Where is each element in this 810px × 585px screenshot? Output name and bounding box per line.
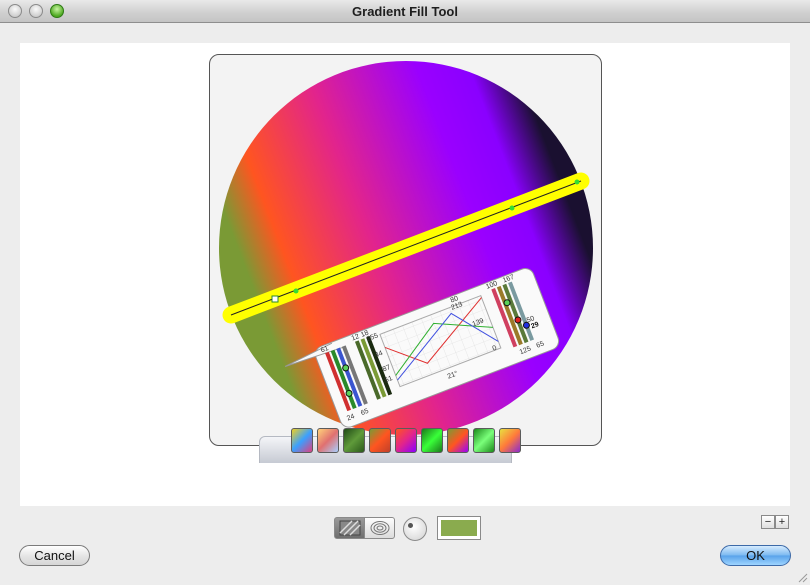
zoom-in-button[interactable]: + [775, 515, 789, 529]
zoom-out-button[interactable]: − [761, 515, 775, 529]
title-bar: Gradient Fill Tool [0, 0, 810, 23]
gradient-preset-swatch[interactable] [447, 428, 469, 453]
window-title: Gradient Fill Tool [352, 4, 458, 19]
linear-gradient-icon [339, 520, 361, 536]
gradient-preset-swatch[interactable] [473, 428, 495, 453]
ok-button[interactable]: OK [720, 545, 791, 566]
color-stop-marker[interactable] [293, 288, 299, 294]
gradient-preset-swatch[interactable] [317, 428, 339, 453]
color-well[interactable] [437, 516, 481, 540]
resize-grip-icon[interactable] [796, 571, 808, 583]
gradient-preset-swatch[interactable] [291, 428, 313, 453]
gradient-preset-swatch[interactable] [499, 428, 521, 453]
radial-gradient-toggle[interactable] [364, 517, 395, 539]
selected-stop-marker[interactable] [271, 295, 279, 303]
gradient-preview: 61 24 65 12 18 255 44 87 51 80 213 139 0… [209, 54, 602, 446]
color-stop-marker[interactable] [574, 179, 580, 185]
angle-knob[interactable] [403, 517, 427, 541]
gradient-preset-swatch[interactable] [369, 428, 391, 453]
linear-gradient-toggle[interactable] [334, 517, 365, 539]
preview-svg: 61 24 65 12 18 255 44 87 51 80 213 139 0… [219, 61, 593, 435]
gradient-preset-swatch[interactable] [395, 428, 417, 453]
gradient-preset-swatch[interactable] [343, 428, 365, 453]
color-stop-marker[interactable] [509, 205, 515, 211]
gradient-preset-swatch[interactable] [421, 428, 443, 453]
radial-gradient-icon [370, 521, 390, 535]
cancel-button[interactable]: Cancel [19, 545, 90, 566]
